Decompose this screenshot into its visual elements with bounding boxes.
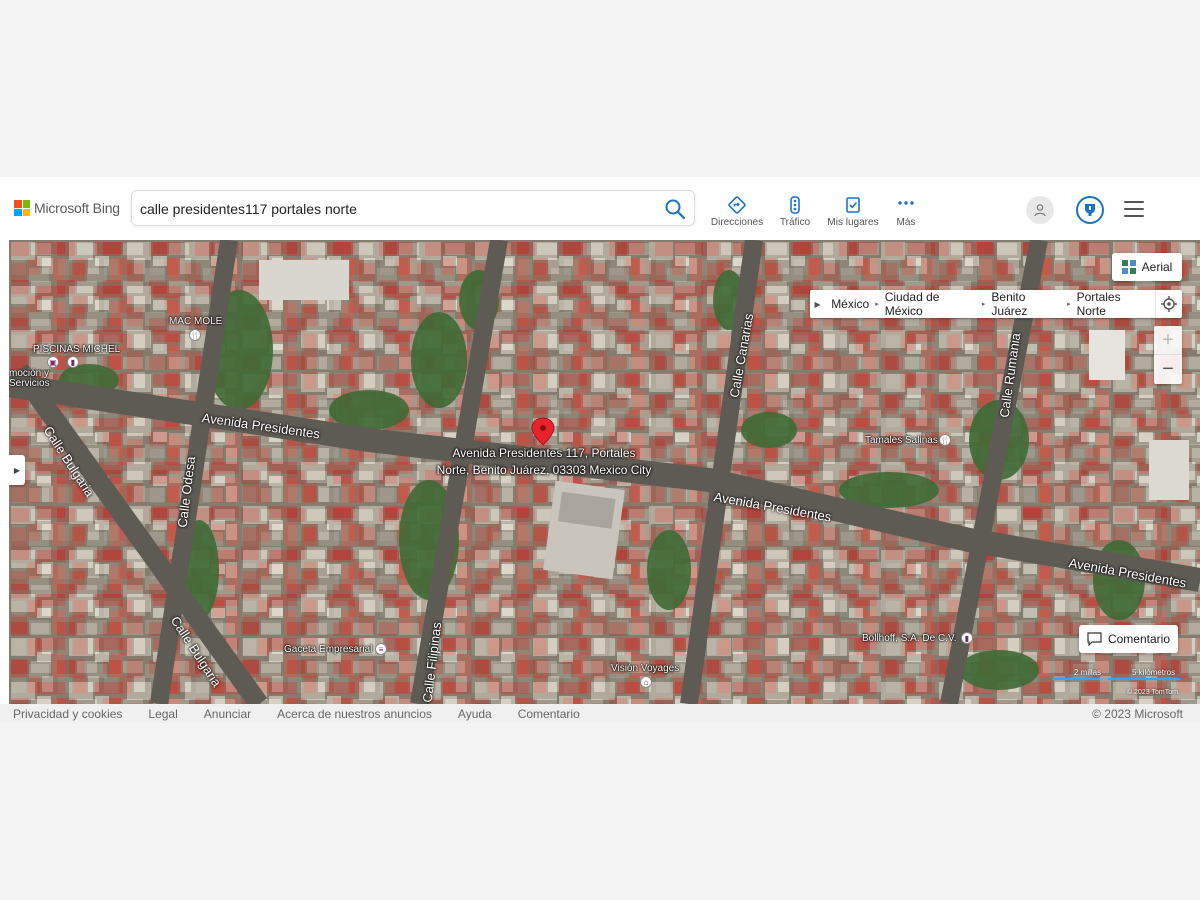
zoom-controls: + − [1154, 326, 1182, 384]
nav-traffic[interactable]: Tráfico [765, 195, 825, 228]
poi-label[interactable]: Gaceta Empresarial [284, 644, 372, 655]
brand-name: Microsoft Bing [34, 200, 120, 216]
bing-maps-frame: Microsoft Bing Direcciones Tráfico [0, 177, 1200, 723]
menu-icon[interactable] [1124, 201, 1144, 217]
shopping-bag-icon[interactable]: ▮ [961, 632, 973, 644]
locate-me-button[interactable] [1155, 290, 1182, 318]
scale-miles: 2 millas [1074, 668, 1102, 677]
restaurant-icon[interactable]: 🍴 [189, 329, 201, 341]
shop-icon[interactable]: ▣ [47, 356, 59, 368]
breadcrumb-country[interactable]: México [825, 297, 875, 311]
footer: Privacidad y cookies Legal Anunciar Acer… [0, 704, 1200, 723]
footer-link-legal[interactable]: Legal [148, 707, 177, 721]
map-view-label: Aerial [1141, 260, 1173, 274]
traffic-icon [790, 196, 800, 214]
more-icon [898, 201, 914, 205]
nav-my-places[interactable]: Mis lugares [823, 195, 883, 228]
nav-directions-label: Direcciones [710, 217, 764, 228]
nav-traffic-label: Tráfico [779, 217, 811, 228]
travel-icon[interactable]: ⌂ [640, 676, 652, 688]
poi-label[interactable]: MAC MOLE [169, 316, 222, 327]
microsoft-logo-icon [14, 200, 30, 216]
poi-label[interactable]: PISCINAS MICHEL [33, 344, 120, 355]
feedback-label: Comentario [1107, 632, 1170, 646]
breadcrumb-borough[interactable]: Benito Juárez [985, 290, 1067, 318]
restaurant-icon[interactable]: 🍴 [939, 434, 951, 446]
footer-link-help[interactable]: Ayuda [458, 707, 492, 721]
poi-label[interactable]: Visión Voyages [611, 663, 679, 674]
nav-more-label: Más [896, 217, 916, 228]
footer-copyright: © 2023 Microsoft [1092, 706, 1183, 721]
zoom-in-button[interactable]: + [1154, 326, 1182, 355]
footer-link-privacy[interactable]: Privacidad y cookies [13, 707, 122, 721]
locate-icon [1161, 296, 1178, 312]
scale-km: 5 kilómetros [1132, 668, 1176, 677]
pin-address-line2: Norte, Benito Juárez, 03303 Mexico City [436, 463, 652, 477]
breadcrumb-neighborhood[interactable]: Portales Norte [1071, 290, 1156, 318]
feedback-button[interactable]: Comentario [1078, 625, 1178, 653]
poi-label[interactable]: Servicios [9, 378, 50, 389]
rewards-icon [1085, 204, 1095, 216]
map-attribution: © 2023 TomTom [1127, 689, 1178, 696]
pin-address-line1: Avenida Presidentes 117, Portales [452, 446, 636, 460]
footer-link-about-ads[interactable]: Acerca de nuestros anuncios [277, 707, 432, 721]
expand-panel-button[interactable]: ▶ [9, 455, 25, 485]
comment-icon [1087, 632, 1102, 646]
map-layers-icon [1121, 260, 1136, 274]
nav-my-places-label: Mis lugares [827, 217, 879, 228]
nav-directions[interactable]: Direcciones [707, 195, 767, 228]
document-icon[interactable]: ≡ [375, 643, 387, 655]
map-scale: 2 millas 5 kilómetros [1040, 668, 1180, 688]
header: Microsoft Bing Direcciones Tráfico [0, 177, 1200, 240]
pin-address-label: Avenida Presidentes 117, Portales Norte,… [419, 445, 669, 479]
poi-label[interactable]: Tamales Salinas [865, 435, 938, 446]
bing-logo[interactable]: Microsoft Bing [14, 200, 120, 216]
footer-link-feedback[interactable]: Comentario [518, 707, 580, 721]
shopping-bag-icon[interactable]: ▮ [67, 356, 79, 368]
breadcrumb-city[interactable]: Ciudad de México [879, 290, 982, 318]
map-canvas[interactable]: Avenida Presidentes Avenida Presidentes … [9, 240, 1200, 704]
map-view-button[interactable]: Aerial [1112, 253, 1182, 281]
search-box [131, 190, 695, 226]
rewards-button[interactable] [1076, 196, 1104, 224]
search-input[interactable] [140, 199, 660, 219]
footer-link-advertise[interactable]: Anunciar [204, 707, 251, 721]
account-avatar[interactable] [1026, 196, 1054, 224]
directions-icon [728, 196, 746, 214]
my-places-icon [846, 197, 860, 213]
user-icon [1034, 204, 1046, 217]
location-breadcrumb: ▶ México ▸ Ciudad de México ▸ Benito Juá… [810, 290, 1182, 318]
zoom-out-button[interactable]: − [1154, 355, 1182, 384]
search-icon[interactable] [664, 198, 686, 220]
nav-more[interactable]: Más [876, 195, 936, 228]
expand-arrow-icon[interactable]: ▶ [810, 300, 825, 309]
poi-label[interactable]: Bollhoff, S.A. De C.V. [862, 633, 957, 644]
